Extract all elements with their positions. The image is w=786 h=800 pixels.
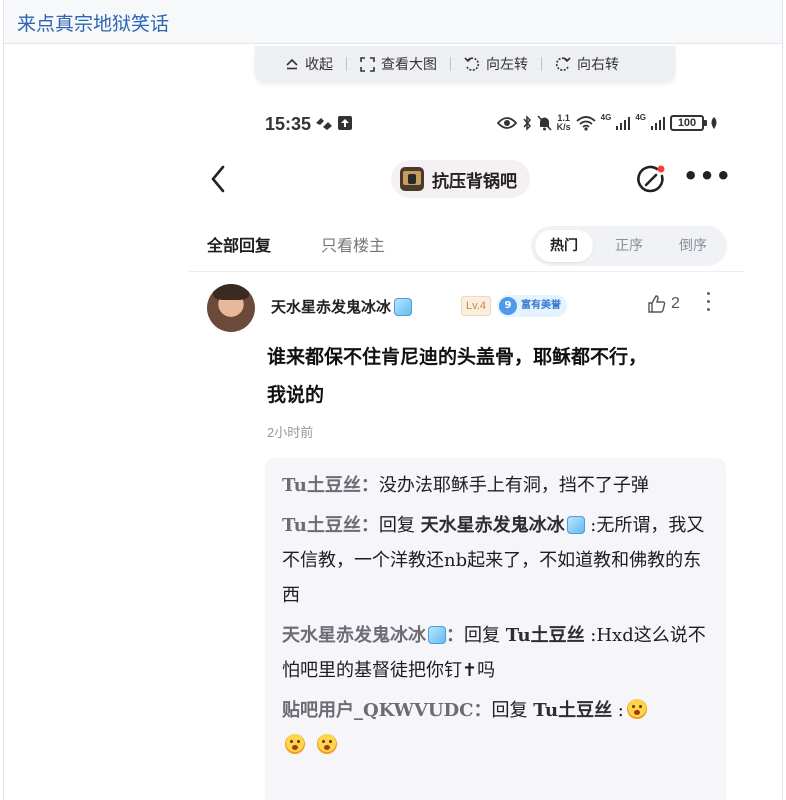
collapse-label: 收起 <box>305 56 333 72</box>
forum-name: 抗压背锅吧 <box>432 171 517 192</box>
sub-reply-text: : <box>612 700 624 721</box>
shocked-face-icon <box>285 734 305 754</box>
view-large-label: 查看大图 <box>381 56 437 72</box>
status-time: 15:35 <box>265 114 312 134</box>
phone-status-bar: 15:35 1.1 K/s 4G 4G 100 <box>189 112 745 138</box>
sub-reply-author[interactable]: 天水星赤发鬼冰冰 <box>282 625 426 646</box>
like-button[interactable]: 2 <box>647 294 680 314</box>
status-right-icons: 1.1 K/s 4G 4G 100 <box>496 112 719 132</box>
upload-icon <box>338 116 352 130</box>
level-badge: Lv.4 <box>461 296 491 316</box>
post-timestamp: 2小时前 <box>267 425 314 440</box>
honor-label: 富有美誉 <box>521 300 561 311</box>
ice-cube-icon <box>394 297 413 316</box>
view-large-button[interactable]: 查看大图 <box>360 54 437 74</box>
sub-reply-prefix: 回复 <box>464 625 506 646</box>
sub-reply-author[interactable]: 贴吧用户_QKWVUDC： <box>282 700 492 721</box>
nav-bar: 抗压背锅吧 ••• <box>189 158 745 202</box>
rotate-right-label: 向右转 <box>577 56 619 72</box>
rotate-left-label: 向左转 <box>486 56 528 72</box>
battery-indicator: 100 <box>670 115 707 131</box>
post-content-line: 谁来都保不住肯尼迪的头盖骨，耶稣都不行， <box>267 346 648 368</box>
reply-tabs: 全部回复 只看楼主 热门 正序 倒序 <box>189 226 745 272</box>
back-arrow-icon[interactable] <box>209 164 227 194</box>
ice-cube-icon <box>428 626 446 644</box>
network-speed: 1.1 K/s <box>557 114 571 132</box>
network-speed-unit: K/s <box>556 122 571 132</box>
toolbar-divider <box>346 57 347 71</box>
post-content: 谁来都保不住肯尼迪的头盖骨，耶稣都不行， 我说的 <box>267 338 717 414</box>
sub-reply-target[interactable]: Tu土豆丝 <box>533 700 612 721</box>
sub-reply-prefix: 回复 <box>491 700 534 721</box>
sub-reply-author[interactable]: Tu土豆丝： <box>282 515 379 536</box>
collapse-button[interactable]: 收起 <box>285 54 333 74</box>
sub-reply[interactable]: 贴吧用户_QKWVUDC：回复 Tu土豆丝 : <box>282 693 712 763</box>
mute-bell-icon <box>537 115 552 131</box>
post-content-line: 我说的 <box>267 384 325 406</box>
rotate-left-button[interactable]: 向左转 <box>464 54 528 74</box>
shocked-face-icon <box>626 699 647 719</box>
edit-icon[interactable] <box>635 164 667 196</box>
page-title-link[interactable]: 来点真宗地狱笑话 <box>17 9 169 36</box>
sub-reply[interactable]: 天水星赤发鬼冰冰 ：回复 Tu土豆丝 :Hxd这么说不怕吧里的基督徒把你钉✝吗 <box>282 618 712 688</box>
sub-reply-target[interactable]: Tu土豆丝 <box>506 625 585 646</box>
post-username-text: 天水星赤发鬼冰冰 <box>271 298 392 316</box>
sub-reply-target[interactable]: 天水星赤发鬼冰冰 <box>421 515 565 536</box>
toolbar-divider <box>450 57 451 71</box>
sort-ascending[interactable]: 正序 <box>597 226 661 266</box>
honor-number: 9 <box>499 297 517 315</box>
page-frame: 来点真宗地狱笑话 收起 查看大图 向左转 向右转 15:35 1.1 K/s 4… <box>3 0 783 800</box>
image-toolbar: 收起 查看大图 向左转 向右转 <box>255 46 675 82</box>
title-bar: 来点真宗地狱笑话 <box>4 0 782 44</box>
sub-reply-author-suffix: ： <box>446 625 464 646</box>
honor-badge: 9 富有美誉 <box>497 295 567 317</box>
tab-op-only[interactable]: 只看楼主 <box>321 232 385 256</box>
sub-reply-author[interactable]: Tu土豆丝： <box>282 475 379 496</box>
post-username[interactable]: 天水星赤发鬼冰冰 <box>271 296 413 317</box>
ice-cube-icon <box>566 516 585 534</box>
bluetooth-icon <box>523 115 531 131</box>
sub-reply[interactable]: Tu土豆丝：没办法耶稣手上有洞，挡不了子弹 <box>282 468 712 503</box>
post-more-icon[interactable] <box>707 292 711 316</box>
rotate-right-icon <box>555 57 571 71</box>
leaf-icon <box>711 117 717 129</box>
sub-reply-prefix: 回复 <box>378 515 421 536</box>
notification-dot <box>657 165 665 173</box>
expand-icon <box>360 56 375 72</box>
forum-avatar <box>400 167 424 191</box>
tab-all-replies[interactable]: 全部回复 <box>207 232 271 256</box>
forum-chip[interactable]: 抗压背锅吧 <box>391 160 530 198</box>
network-type-1: 4G <box>600 112 612 122</box>
sort-hot[interactable]: 热门 <box>535 230 593 262</box>
signal-icon <box>616 117 631 130</box>
signal-icon <box>651 117 665 130</box>
network-type-2: 4G <box>635 112 646 122</box>
eye-icon <box>496 117 517 129</box>
like-count: 2 <box>671 295 680 312</box>
app-logo-icon <box>316 118 332 130</box>
toolbar-divider <box>541 57 542 71</box>
thumbs-up-icon <box>648 295 666 313</box>
embedded-screenshot: 15:35 1.1 K/s 4G 4G 100 抗压背锅吧 ••• 全部回复 只… <box>189 90 745 800</box>
chevron-up-icon <box>286 58 298 70</box>
sub-replies: Tu土豆丝：没办法耶稣手上有洞，挡不了子弹 Tu土豆丝：回复 天水星赤发鬼冰冰 … <box>265 458 726 800</box>
more-options-icon[interactable]: ••• <box>683 162 732 190</box>
shocked-face-icon <box>316 734 337 754</box>
sort-descending[interactable]: 倒序 <box>661 226 725 266</box>
wifi-icon <box>576 115 596 131</box>
avatar[interactable] <box>207 284 255 332</box>
rotate-right-button[interactable]: 向右转 <box>555 54 619 74</box>
status-left-icons <box>315 115 353 131</box>
sort-segmented-control: 热门 正序 倒序 <box>531 226 727 266</box>
sub-reply[interactable]: Tu土豆丝：回复 天水星赤发鬼冰冰 :无所谓，我又不信教，一个洋教还nb起来了，… <box>282 508 712 613</box>
rotate-left-icon <box>464 57 480 71</box>
sub-reply-text: 没办法耶稣手上有洞，挡不了子弹 <box>378 475 649 496</box>
